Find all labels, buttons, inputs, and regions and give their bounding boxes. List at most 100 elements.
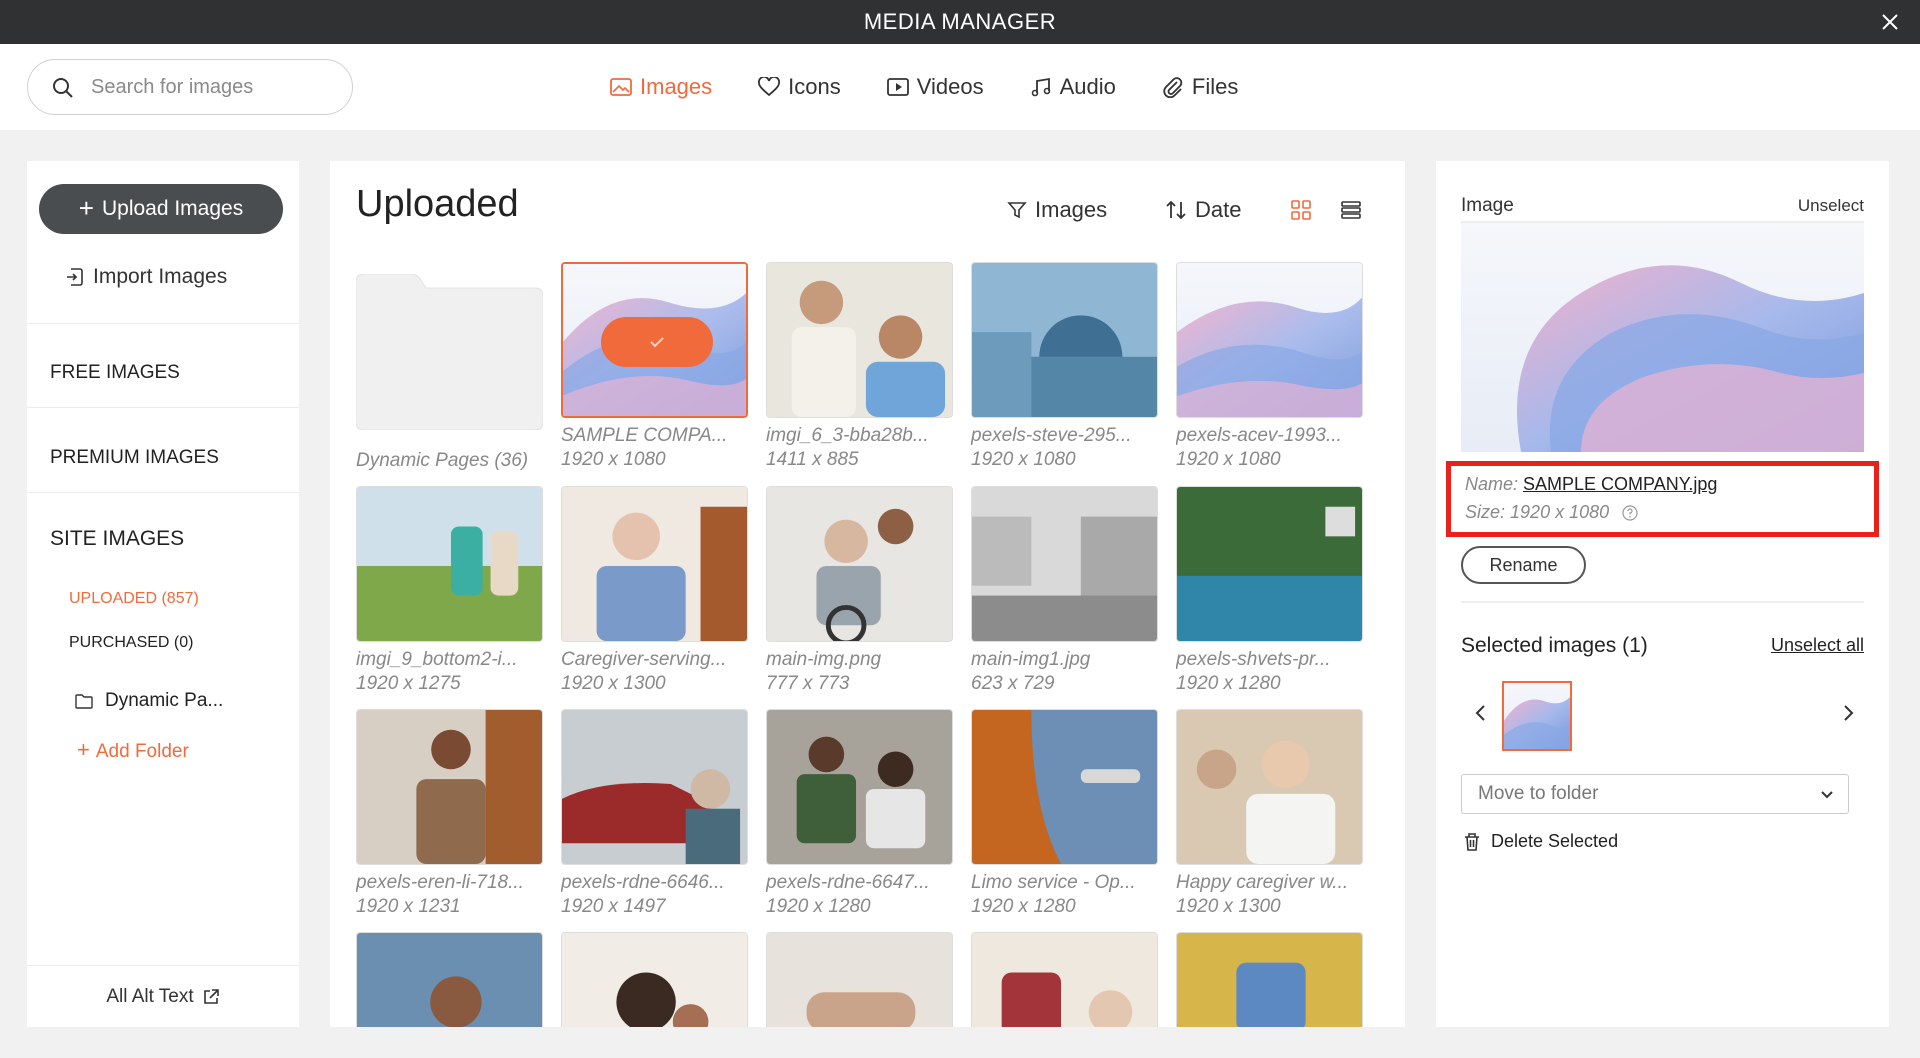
help-icon[interactable] <box>1622 505 1638 521</box>
close-icon[interactable] <box>1878 10 1902 34</box>
image-tile[interactable]: pexels-acev-1993... 1920 x 1080 <box>1176 262 1363 472</box>
tab-label: Videos <box>916 74 984 99</box>
grid-view-icon[interactable] <box>1290 199 1312 221</box>
image-tile[interactable]: Limo service - Op... 1920 x 1280 <box>971 709 1158 919</box>
tab-videos[interactable]: Videos <box>886 44 984 130</box>
plus-icon: + <box>77 737 90 762</box>
image-tile[interactable]: Happy caregiver w... 1920 x 1300 <box>1176 709 1363 919</box>
move-to-folder-select[interactable]: Move to folder <box>1461 774 1849 814</box>
delete-selected-label: Delete Selected <box>1491 831 1619 851</box>
image-name: imgi_6_3-bba28b... <box>766 425 929 446</box>
filter-label: Images <box>1035 197 1108 222</box>
add-folder-label: Add Folder <box>95 741 189 762</box>
search-icon <box>53 78 73 98</box>
sidebar-item-purchased[interactable]: PURCHASED (0) <box>69 634 193 652</box>
sidebar-item-site-images[interactable]: SITE IMAGES <box>50 527 184 551</box>
image-tile[interactable]: SAMPLE COMPA... 1920 x 1080 <box>561 262 748 472</box>
upload-images-button[interactable]: + Upload Images <box>39 184 283 234</box>
filter-button[interactable]: Images <box>1007 197 1107 223</box>
image-name-value[interactable]: SAMPLE COMPANY.jpg <box>1523 474 1717 494</box>
image-tile[interactable] <box>561 932 748 1027</box>
tab-images[interactable]: Images <box>610 44 712 130</box>
name-label: Name: <box>1465 474 1519 494</box>
image-size: 1920 x 1275 <box>356 673 461 694</box>
folder-tile[interactable]: Dynamic Pages (36) <box>355 273 544 471</box>
image-thumbnail <box>971 932 1158 1027</box>
image-size: 1920 x 1080 <box>1176 449 1281 470</box>
image-size: 1920 x 1497 <box>561 896 666 917</box>
photo-mother-child-image <box>562 933 747 1027</box>
tab-icons[interactable]: Icons <box>758 44 841 130</box>
selected-image-thumbnail[interactable] <box>1502 681 1572 751</box>
wave-image <box>1504 683 1570 749</box>
wave-image <box>1461 223 1864 452</box>
image-tile[interactable] <box>1176 932 1363 1027</box>
photo-car-image <box>562 710 747 864</box>
image-size: 777 x 773 <box>766 673 850 694</box>
image-tile[interactable]: main-img1.jpg 623 x 729 <box>971 486 1158 696</box>
add-folder-button[interactable]: + Add Folder <box>77 737 189 763</box>
image-info-highlight: Name: SAMPLE COMPANY.jpg Size: 1920 x 1080 <box>1446 461 1879 537</box>
image-tile[interactable]: pexels-shvets-pr... 1920 x 1280 <box>1176 486 1363 696</box>
sort-button[interactable]: Date <box>1165 197 1241 223</box>
rename-button[interactable]: Rename <box>1461 546 1586 584</box>
search-input[interactable] <box>91 73 331 101</box>
image-tile[interactable]: main-img.png 777 x 773 <box>766 486 953 696</box>
architecture-image <box>972 263 1157 417</box>
image-thumbnail <box>1176 262 1363 418</box>
image-tile[interactable]: imgi_6_3-bba28b... 1411 x 885 <box>766 262 953 472</box>
image-tile[interactable] <box>766 932 953 1027</box>
divider <box>27 323 299 324</box>
image-tile[interactable]: pexels-steve-295... 1920 x 1080 <box>971 262 1158 472</box>
image-tile[interactable] <box>356 932 543 1027</box>
paperclip-icon <box>1163 77 1183 98</box>
image-tile[interactable]: pexels-rdne-6646... 1920 x 1497 <box>561 709 748 919</box>
sidebar-item-premium-images[interactable]: PREMIUM IMAGES <box>50 447 219 469</box>
media-grid-panel: Uploaded Images Date Dynamic Pages (36) … <box>330 161 1405 1027</box>
sidebar-item-uploaded[interactable]: UPLOADED (857) <box>69 590 199 608</box>
unselect-all-link[interactable]: Unselect all <box>1771 635 1864 656</box>
image-size-row: Size: 1920 x 1080 <box>1465 502 1638 523</box>
move-to-folder-value: Move to folder <box>1478 783 1599 804</box>
photo-street-image <box>767 710 952 864</box>
image-name: pexels-rdne-6647... <box>766 872 930 893</box>
image-thumbnail <box>561 486 748 642</box>
image-name: Caregiver-serving... <box>561 649 727 670</box>
import-icon <box>67 268 83 286</box>
all-alt-text-link[interactable]: All Alt Text <box>27 965 299 1027</box>
sidebar: + Upload Images Import Images FREE IMAGE… <box>27 161 299 1027</box>
image-name: pexels-rdne-6646... <box>561 872 725 893</box>
header: Images Icons Videos Audio Files <box>0 44 1920 130</box>
video-icon <box>886 78 909 96</box>
tab-files[interactable]: Files <box>1162 44 1238 130</box>
chevron-left-icon[interactable] <box>1469 701 1493 725</box>
photo-caregiver-image <box>1177 710 1362 864</box>
image-thumbnail <box>561 932 748 1027</box>
chevron-right-icon[interactable] <box>1836 701 1860 725</box>
image-thumbnail <box>356 932 543 1027</box>
image-tile[interactable] <box>971 932 1158 1027</box>
list-view-icon[interactable] <box>1340 199 1362 221</box>
size-label: Size: <box>1465 502 1506 522</box>
image-thumbnail <box>766 709 953 865</box>
unselect-link[interactable]: Unselect <box>1798 196 1864 216</box>
tab-audio[interactable]: Audio <box>1030 44 1116 130</box>
photo-cpr-image <box>767 933 952 1027</box>
image-tile[interactable]: imgi_9_bottom2-i... 1920 x 1275 <box>356 486 543 696</box>
sidebar-item-folder[interactable]: Dynamic Pa... <box>75 690 223 712</box>
wave-image <box>1177 263 1362 417</box>
image-size: 1411 x 885 <box>766 449 859 470</box>
photo-wheelchair-image <box>767 487 952 641</box>
image-tile[interactable]: pexels-rdne-6647... 1920 x 1280 <box>766 709 953 919</box>
delete-selected-button[interactable]: Delete Selected <box>1463 831 1618 852</box>
image-tile[interactable]: Caregiver-serving... 1920 x 1300 <box>561 486 748 696</box>
sidebar-item-free-images[interactable]: FREE IMAGES <box>50 362 180 384</box>
image-preview <box>1461 223 1864 452</box>
import-images-button[interactable]: Import Images <box>65 262 227 292</box>
photo-outdoor-image <box>357 487 542 641</box>
upload-label: Upload Images <box>101 197 244 220</box>
search-box[interactable] <box>27 59 353 115</box>
photo-nurse-image <box>972 933 1157 1027</box>
image-thumbnail <box>1176 709 1363 865</box>
image-tile[interactable]: pexels-eren-li-718... 1920 x 1231 <box>356 709 543 919</box>
